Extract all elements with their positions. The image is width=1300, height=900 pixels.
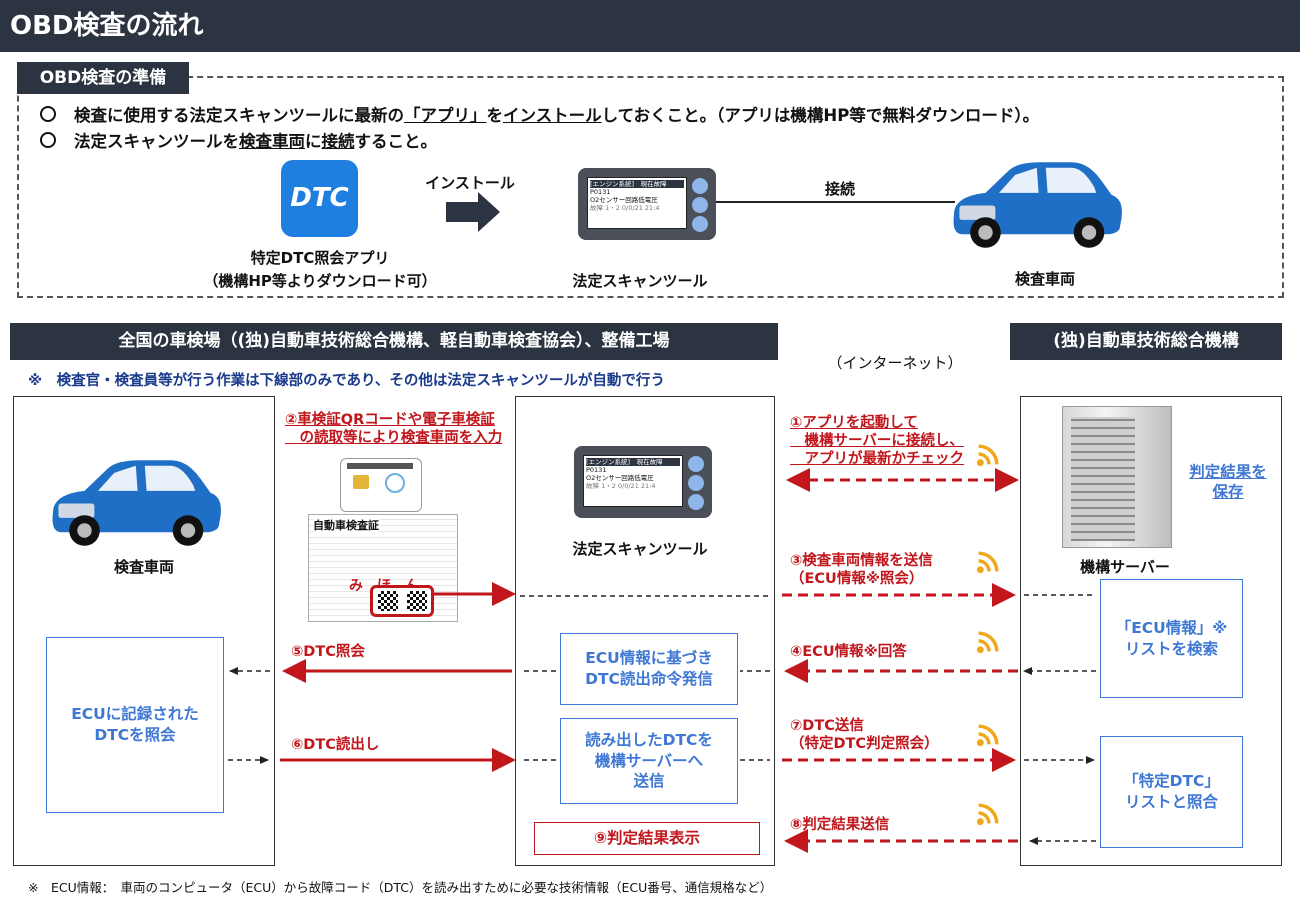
signal-icon — [976, 551, 999, 574]
signal-icon — [976, 631, 999, 654]
diagram-connectors — [52, 162, 1122, 853]
car-icon — [953, 162, 1122, 248]
signal-icon — [976, 724, 999, 747]
arrow-right-icon — [446, 192, 500, 232]
signal-icon — [976, 803, 999, 826]
car-icon — [52, 460, 221, 546]
signal-icon — [976, 444, 999, 467]
